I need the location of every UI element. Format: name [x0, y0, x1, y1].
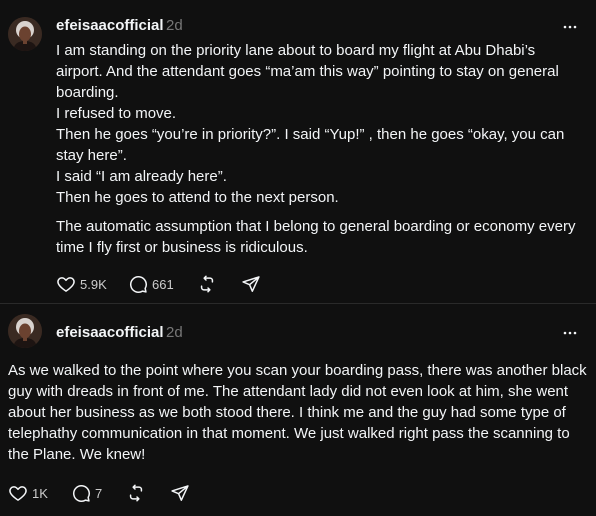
avatar[interactable]	[8, 17, 42, 51]
share-button[interactable]	[241, 272, 261, 296]
action-bar: 1K 7	[8, 481, 208, 505]
like-count: 5.9K	[80, 276, 107, 292]
avatar-image	[8, 17, 42, 51]
more-icon[interactable]	[562, 325, 578, 341]
avatar-image	[8, 314, 42, 348]
send-icon	[171, 485, 189, 501]
username[interactable]: efeisaacofficial	[56, 17, 164, 34]
post-body: As we walked to the point where you scan…	[8, 360, 588, 465]
comment-icon	[73, 485, 90, 502]
repost-button[interactable]	[197, 272, 217, 296]
repost-icon	[200, 275, 214, 293]
avatar[interactable]	[8, 314, 42, 348]
action-bar: 5.9K 661	[56, 272, 296, 296]
post-paragraph: The automatic assumption that I belong t…	[56, 218, 576, 256]
heart-icon	[9, 486, 27, 501]
share-button[interactable]	[170, 481, 190, 505]
reply-count: 661	[152, 276, 174, 292]
more-icon[interactable]	[562, 19, 578, 35]
post-line: I refused to move.	[56, 105, 177, 122]
username[interactable]: efeisaacofficial	[56, 324, 164, 341]
like-button[interactable]: 5.9K	[56, 272, 107, 296]
reply-button[interactable]: 661	[128, 272, 174, 296]
post-line: Then he goes to attend to the next perso…	[56, 189, 339, 206]
like-count: 1K	[32, 485, 48, 501]
thread-post: efeisaacofficial 2d I am standing on the…	[0, 0, 596, 303]
reply-count: 7	[95, 485, 103, 501]
thread-post: efeisaacofficial 2d As we walked to the …	[0, 303, 596, 516]
comment-icon	[130, 276, 147, 293]
like-button[interactable]: 1K	[8, 481, 48, 505]
post-body: I am standing on the priority lane about…	[56, 40, 586, 258]
post-time: 2d	[166, 17, 183, 34]
post-time: 2d	[166, 324, 183, 341]
post-line: I said “I am already here”.	[56, 168, 227, 185]
post-line: Then he goes “you’re in priority?”. I sa…	[56, 126, 565, 164]
repost-icon	[129, 484, 143, 502]
post-line: I am standing on the priority lane about…	[56, 42, 559, 101]
reply-button[interactable]: 7	[71, 481, 102, 505]
post-paragraph: As we walked to the point where you scan…	[8, 362, 587, 463]
send-icon	[242, 276, 260, 292]
repost-button[interactable]	[126, 481, 146, 505]
heart-icon	[57, 277, 75, 292]
